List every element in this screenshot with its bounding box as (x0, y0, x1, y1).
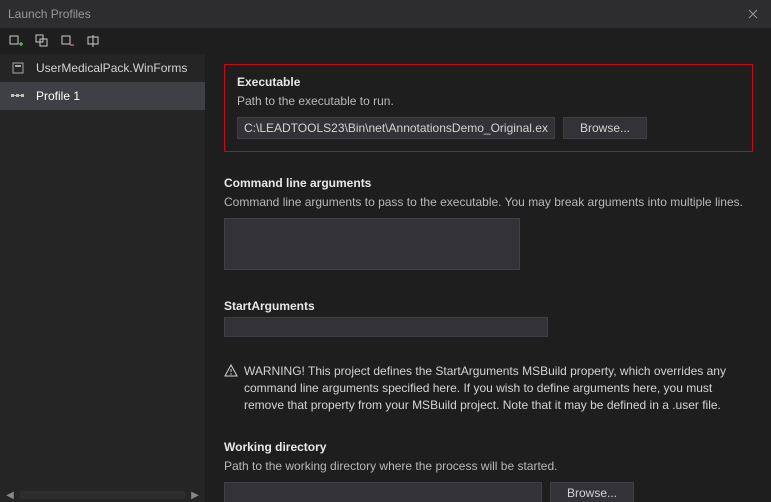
scroll-left-arrow[interactable]: ◀ (4, 489, 16, 501)
workdir-title: Working directory (224, 440, 753, 454)
workdir-input[interactable] (224, 482, 542, 502)
scroll-right-arrow[interactable]: ▶ (189, 489, 201, 501)
profile-item-label: Profile 1 (36, 89, 80, 103)
profile-item-label: UserMedicalPack.WinForms (36, 61, 187, 75)
toolbar (0, 28, 771, 54)
horizontal-scrollbar[interactable]: ◀ ▶ (0, 488, 205, 502)
profiles-list: UserMedicalPack.WinForms Profile 1 (0, 54, 205, 488)
close-icon (748, 9, 758, 19)
duplicate-profile-button[interactable] (34, 33, 50, 49)
workdir-desc: Path to the working directory where the … (224, 458, 753, 474)
profile-item-executable[interactable]: Profile 1 (0, 82, 205, 110)
close-button[interactable] (735, 0, 771, 28)
executable-browse-button[interactable]: Browse... (563, 117, 647, 139)
executable-path-input[interactable] (237, 117, 555, 139)
cmdline-title: Command line arguments (224, 176, 753, 190)
executable-section: Executable Path to the executable to run… (224, 64, 753, 152)
executable-desc: Path to the executable to run. (237, 93, 740, 109)
delete-profile-button[interactable] (60, 33, 76, 49)
startargs-section: StartArguments (224, 299, 753, 337)
profile-item-project[interactable]: UserMedicalPack.WinForms (0, 54, 205, 82)
executable-icon (10, 88, 26, 104)
workdir-section: Working directory Path to the working di… (224, 440, 753, 502)
warning-message: WARNING! This project defines the StartA… (244, 363, 753, 413)
cmdline-desc: Command line arguments to pass to the ex… (224, 194, 753, 210)
workdir-browse-button[interactable]: Browse... (550, 482, 634, 502)
window-title: Launch Profiles (8, 7, 91, 21)
executable-title: Executable (237, 75, 740, 89)
startargs-input[interactable] (224, 317, 548, 337)
sidebar: UserMedicalPack.WinForms Profile 1 ◀ ▶ (0, 54, 206, 502)
content-panel: Executable Path to the executable to run… (206, 54, 771, 502)
startargs-title: StartArguments (224, 299, 753, 313)
rename-profile-button[interactable] (86, 33, 102, 49)
titlebar: Launch Profiles (0, 0, 771, 28)
project-icon (10, 60, 26, 76)
cmdline-input[interactable] (224, 218, 520, 270)
warning-section: WARNING! This project defines the StartA… (224, 363, 753, 413)
cmdline-section: Command line arguments Command line argu… (224, 176, 753, 273)
new-profile-button[interactable] (8, 33, 24, 49)
warning-icon (224, 364, 238, 378)
scroll-track[interactable] (20, 491, 185, 499)
